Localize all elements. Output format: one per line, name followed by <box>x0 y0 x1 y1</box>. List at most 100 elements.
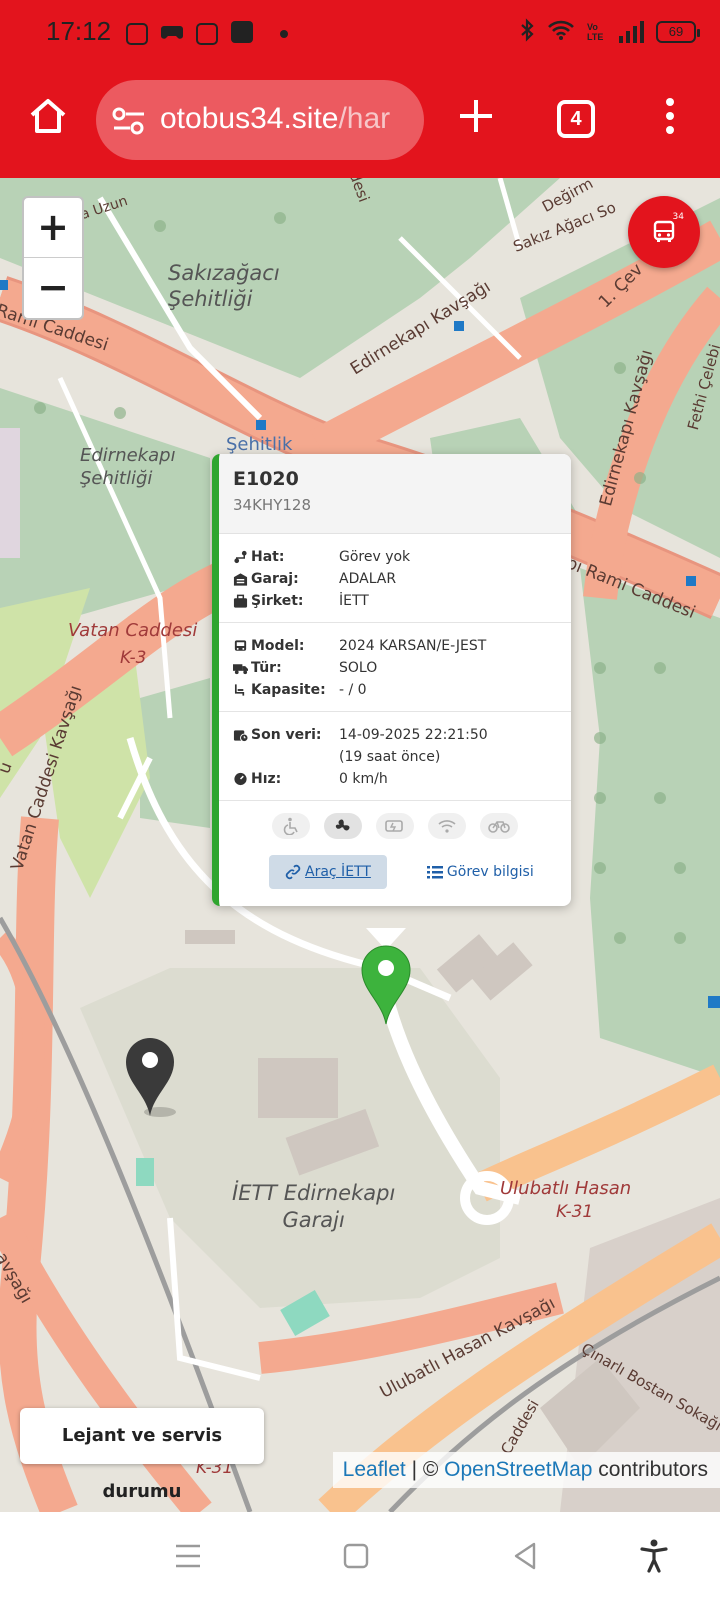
info-value: 0 km/h <box>339 771 388 787</box>
back-triangle-icon <box>514 1542 536 1570</box>
new-tab-button[interactable] <box>454 94 498 138</box>
info-row: Garaj: ADALAR <box>233 568 571 590</box>
speedometer-icon <box>234 772 247 786</box>
url-path: /har <box>338 102 391 135</box>
info-label: Garaj: <box>251 571 299 587</box>
map-attribution: Leaflet | © OpenStreetMap contributors <box>332 1452 720 1488</box>
info-value: 14-09-2025 22:21:50 <box>339 727 488 743</box>
info-row: (19 saat önce) <box>233 746 571 768</box>
map-label-sakizagaci: Sakızağacı Şehitliği <box>168 261 280 311</box>
vehicle-popup: E1020 34KHY128 Hat: Görev yok Garaj: ADA… <box>212 454 571 906</box>
osm-link[interactable]: OpenStreetMap <box>444 1458 592 1481</box>
zoom-control: + − <box>22 196 84 320</box>
info-value: İETT <box>339 593 369 609</box>
wifi-icon <box>547 19 575 45</box>
accessibility-icon <box>640 1539 668 1573</box>
browser-menu-button[interactable] <box>662 98 678 138</box>
home-nav-button[interactable] <box>338 1538 374 1574</box>
zoom-in-button[interactable]: + <box>24 198 82 258</box>
link-icon <box>285 864 301 880</box>
url-text[interactable]: otobus34.site/har <box>160 102 410 142</box>
status-time: 17:12 <box>46 16 112 46</box>
bus-fab-number: 34 <box>672 212 684 222</box>
task-info-label: Görev bilgisi <box>446 864 534 880</box>
usb-charger-icon <box>376 813 414 839</box>
notification-icons <box>126 20 288 48</box>
back-button[interactable] <box>508 1538 544 1574</box>
map-label-ulubatli-hasan: Ulubatlı Hasan <box>500 1178 632 1199</box>
fan-icon <box>324 813 362 839</box>
bus-fab-button[interactable]: 34 <box>628 196 700 268</box>
vehicle-plate: 34KHY128 <box>233 496 311 514</box>
info-label: Şirket: <box>251 593 304 609</box>
seat-icon <box>234 684 245 696</box>
popup-actions: Araç İETT Görev bilgisi <box>219 851 571 889</box>
truck-icon <box>233 664 248 675</box>
map-label-k3: K-3 <box>120 648 147 668</box>
square-icon <box>343 1543 369 1569</box>
vehicle-id: E1020 <box>233 468 299 490</box>
map-label-sehitlik: Şehitlik <box>226 434 293 455</box>
zoom-out-button[interactable]: − <box>24 258 82 318</box>
messenger-icon <box>126 23 148 45</box>
home-button[interactable] <box>26 94 70 138</box>
status-right-icons: Vo LTE 69 <box>519 18 700 46</box>
info-row: Hat: Görev yok <box>233 546 571 568</box>
vehicle-iett-label: Araç İETT <box>305 864 371 880</box>
home-icon <box>30 99 66 133</box>
route-icon <box>234 550 247 564</box>
info-row: Şirket: İETT <box>233 590 571 612</box>
garage-icon <box>233 573 248 586</box>
map-label-vatan-caddesi: Vatan Caddesi <box>68 620 198 641</box>
browser-toolbar: otobus34.site/har 4 <box>0 64 720 178</box>
map-label-edirnekapi-sehitligi: Edirnekapı Şehitliği <box>80 445 176 489</box>
info-value: (19 saat önce) <box>339 749 441 765</box>
briefcase-icon <box>233 594 248 608</box>
info-value: - / 0 <box>339 682 367 698</box>
signal-icon <box>619 21 644 43</box>
menu-lines-icon <box>176 1544 200 1568</box>
info-value: ADALAR <box>339 571 397 587</box>
wifi-icon <box>428 813 466 839</box>
info-row: Hız: 0 km/h <box>233 768 571 790</box>
popup-header: E1020 34KHY128 <box>219 454 571 534</box>
app-icon <box>230 20 254 48</box>
legend-status-button[interactable]: Lejant ve servis durumu <box>20 1408 264 1502</box>
popup-section-assignment: Hat: Görev yok Garaj: ADALAR Şirket: İET… <box>219 534 571 623</box>
info-label: Model: <box>251 638 305 654</box>
info-row: Tür: SOLO <box>233 657 571 679</box>
info-row: Son veri: 14-09-2025 22:21:50 <box>233 724 571 746</box>
battery-icon: 69 <box>656 21 700 43</box>
bus-icon <box>653 220 675 242</box>
leaflet-link[interactable]: Leaflet <box>343 1458 406 1481</box>
info-value: SOLO <box>339 660 378 676</box>
url-bar[interactable]: otobus34.site/har <box>96 80 424 160</box>
info-label: Hat: <box>251 549 285 565</box>
feature-icons <box>219 801 571 851</box>
attribution-separator: | © <box>405 1458 445 1481</box>
list-icon <box>426 866 443 879</box>
info-label: Son veri: <box>251 727 322 743</box>
wheelchair-icon <box>272 813 310 839</box>
info-row: Model: 2024 KARSAN/E-JEST <box>233 635 571 657</box>
system-nav-bar <box>0 1512 720 1600</box>
info-label: Kapasite: <box>251 682 326 698</box>
recent-apps-button[interactable] <box>170 1538 206 1574</box>
instagram-icon <box>196 23 218 45</box>
plus-icon <box>460 100 492 132</box>
more-notifications-dot <box>280 30 288 38</box>
map-view[interactable]: Sakızağacı Şehitliği Şehitlik Edirnekapı… <box>0 178 720 1512</box>
task-info-button[interactable]: Görev bilgisi <box>411 855 550 889</box>
info-value: 2024 KARSAN/E-JEST <box>339 638 487 654</box>
status-bar: 17:12 Vo LTE 69 <box>0 0 720 64</box>
vehicle-iett-link-button[interactable]: Araç İETT <box>269 855 387 889</box>
info-label: Tür: <box>251 660 282 676</box>
calendar-clock-icon <box>233 730 248 742</box>
site-settings-icon[interactable] <box>112 106 146 136</box>
accessibility-button[interactable] <box>636 1538 672 1574</box>
map-label-iett-garaji: İETT Edirnekapı Garajı <box>232 1181 396 1232</box>
tab-switcher-button[interactable]: 4 <box>557 100 595 138</box>
url-domain: otobus34.site <box>160 102 339 135</box>
vehicle-marker-selected[interactable] <box>348 928 424 1028</box>
vehicle-marker-dark[interactable] <box>124 1034 176 1120</box>
